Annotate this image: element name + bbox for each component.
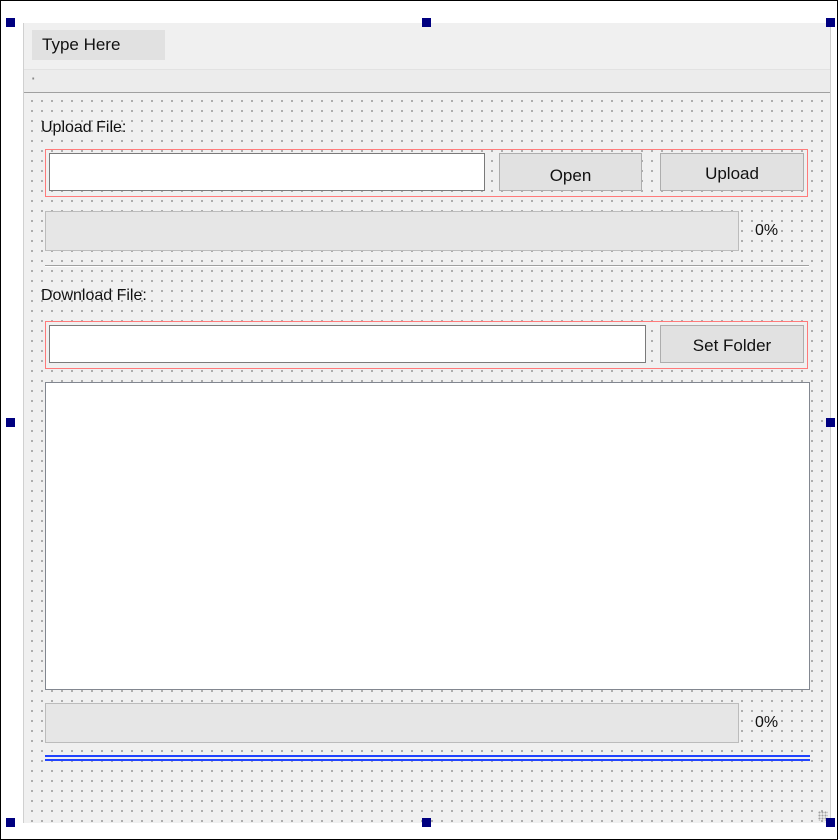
main-window-form[interactable]: Type Here ⬝ Upload File: Open Upload 0% … — [23, 23, 831, 823]
open-button-label: Open — [549, 166, 592, 185]
vertical-spacer-top-line — [45, 755, 810, 757]
download-folder-input[interactable] — [49, 325, 646, 363]
selection-handle-middle-left-icon[interactable] — [6, 418, 15, 427]
upload-button[interactable]: Upload — [660, 153, 804, 191]
set-folder-button[interactable]: Set Folder — [660, 325, 804, 363]
upload-file-label: Upload File: — [41, 119, 127, 136]
upload-button-label: Upload — [705, 164, 759, 183]
set-folder-button-label: Set Folder — [692, 336, 772, 355]
download-progress-text: 0% — [755, 714, 779, 731]
menu-bar: Type Here — [24, 23, 830, 65]
vertical-spacer-bottom-line — [45, 759, 810, 761]
upload-path-input[interactable] — [49, 153, 485, 191]
download-file-label: Download File: — [41, 287, 147, 304]
open-button[interactable]: Open — [499, 153, 642, 191]
download-row-layout: Set Folder — [45, 321, 808, 369]
download-file-list[interactable] — [45, 382, 810, 690]
menu-type-here-label: Type Here — [42, 35, 121, 54]
toolbar-grip-icon[interactable]: ⬝ — [32, 74, 35, 83]
upload-row-layout: Open Upload — [45, 149, 808, 197]
selection-handle-bottom-left-icon[interactable] — [6, 818, 15, 827]
selection-handle-middle-right-icon[interactable] — [826, 418, 835, 427]
upload-progress-text: 0% — [755, 222, 779, 239]
selection-handle-top-center-icon[interactable] — [422, 18, 431, 27]
tool-bar: ⬝ — [24, 69, 830, 93]
designer-canvas: Type Here ⬝ Upload File: Open Upload 0% … — [0, 0, 838, 840]
selection-handle-bottom-center-icon[interactable] — [422, 818, 431, 827]
selection-handle-top-right-icon[interactable] — [826, 18, 835, 27]
section-divider — [45, 265, 809, 267]
download-progress-bar — [45, 703, 739, 743]
upload-progress-bar — [45, 211, 739, 251]
selection-handle-bottom-right-icon[interactable] — [826, 818, 835, 827]
selection-handle-top-left-icon[interactable] — [6, 18, 15, 27]
menu-type-here[interactable]: Type Here — [32, 30, 165, 60]
